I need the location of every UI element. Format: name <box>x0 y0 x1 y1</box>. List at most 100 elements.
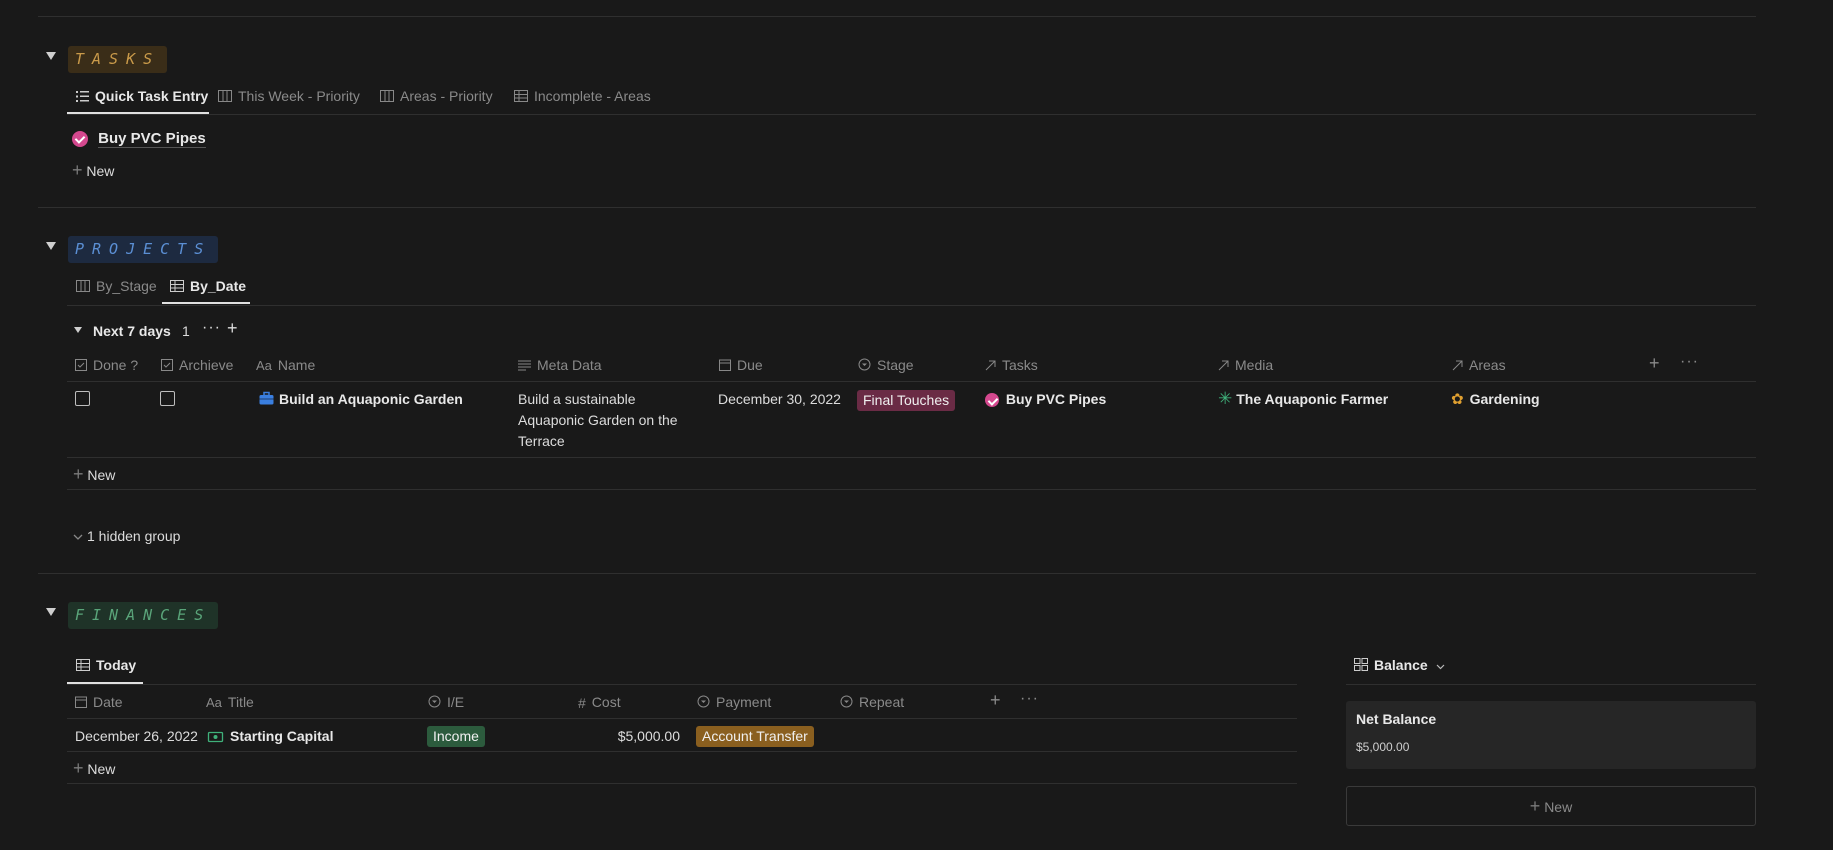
column-header-repeat[interactable]: Repeat <box>840 692 904 713</box>
column-header-meta-data[interactable]: Meta Data <box>518 355 602 376</box>
task-check-icon <box>72 131 88 148</box>
divider <box>67 718 1297 719</box>
board-icon <box>76 272 90 302</box>
asterisk-icon: ✳ <box>1218 389 1233 408</box>
projects-new-button[interactable]: + New <box>73 464 115 485</box>
group-label: Next 7 days <box>93 323 171 339</box>
column-header-name[interactable]: Aa Name <box>256 355 315 376</box>
relation-arrow-icon <box>1452 356 1463 376</box>
table-icon <box>514 82 528 112</box>
divider <box>1346 684 1756 685</box>
payment-tag: Account Transfer <box>696 726 814 747</box>
select-icon <box>697 693 710 713</box>
text-prop-icon: Aa <box>256 358 272 374</box>
divider <box>38 16 1756 17</box>
column-header-ie[interactable]: I/E <box>428 692 464 713</box>
task-relation[interactable]: Buy PVC Pipes <box>985 389 1106 409</box>
checkbox-prop-icon <box>161 356 173 376</box>
done-checkbox[interactable] <box>75 391 90 406</box>
divider <box>67 381 1756 382</box>
group-add-icon[interactable]: + <box>227 318 238 338</box>
hidden-group-label: 1 hidden group <box>87 528 181 544</box>
add-column-icon[interactable]: + <box>1649 353 1660 373</box>
stage-tag: Final Touches <box>857 390 956 411</box>
column-header-title[interactable]: Aa Title <box>206 692 254 713</box>
hidden-group-toggle[interactable]: 1 hidden group <box>73 526 180 546</box>
media-relation-label: The Aquaponic Farmer <box>1236 391 1389 407</box>
new-label: New <box>87 761 116 777</box>
relation-arrow-icon <box>1218 356 1229 376</box>
tasks-section-title: TASKS <box>68 46 168 73</box>
column-header-archieve[interactable]: Archieve <box>161 355 233 376</box>
column-header-payment[interactable]: Payment <box>697 692 771 713</box>
area-relation[interactable]: ✿ Gardening <box>1451 389 1540 410</box>
group-toggle-icon[interactable] <box>74 327 82 333</box>
select-icon <box>858 356 871 376</box>
money-icon <box>207 727 224 747</box>
briefcase-icon <box>259 390 274 410</box>
projects-toggle-icon[interactable] <box>46 242 56 250</box>
due-date: December 30, 2022 <box>718 391 841 407</box>
column-header-areas[interactable]: Areas <box>1452 355 1506 376</box>
new-label: New <box>86 163 115 179</box>
table-row[interactable]: Starting Capital <box>207 726 333 747</box>
meta-line: Build a sustainable <box>518 391 636 407</box>
group-more-icon[interactable]: ··· <box>202 318 221 338</box>
divider <box>67 684 1297 685</box>
new-label: New <box>87 467 116 483</box>
table-row[interactable]: Build an Aquaponic Garden <box>259 389 463 410</box>
column-header-cost[interactable]: # Cost <box>578 692 621 713</box>
board-icon <box>380 82 394 112</box>
column-header-tasks[interactable]: Tasks <box>985 355 1038 376</box>
divider <box>67 305 1756 306</box>
divider <box>67 114 1756 115</box>
plus-icon: + <box>1529 796 1541 816</box>
tab-today[interactable]: Today <box>76 650 136 680</box>
balance-card[interactable]: Net Balance $5,000.00 <box>1346 701 1756 769</box>
finances-new-button[interactable]: + New <box>73 758 115 779</box>
ie-tag: Income <box>427 726 485 747</box>
task-title: Buy PVC Pipes <box>98 130 206 148</box>
tab-by-date[interactable]: By_Date <box>170 271 246 301</box>
column-header-due[interactable]: Due <box>719 355 763 376</box>
project-name: Build an Aquaponic Garden <box>279 391 463 407</box>
table-icon <box>170 272 184 302</box>
divider <box>67 783 1297 784</box>
balance-view-label: Balance <box>1374 657 1428 673</box>
archieve-checkbox[interactable] <box>160 391 175 406</box>
media-relation[interactable]: ✳ The Aquaponic Farmer <box>1218 389 1388 409</box>
column-header-done[interactable]: Done ? <box>75 355 138 376</box>
balance-new-button[interactable]: + New <box>1346 786 1756 826</box>
balance-view-selector[interactable]: Balance <box>1354 650 1445 680</box>
balance-card-title: Net Balance <box>1356 711 1437 727</box>
list-icon <box>76 82 89 112</box>
tab-by-stage[interactable]: By_Stage <box>76 271 157 301</box>
finances-toggle-icon[interactable] <box>46 608 56 616</box>
tasks-toggle-icon[interactable] <box>46 52 56 60</box>
finance-cost: $5,000.00 <box>617 728 680 744</box>
tab-quick-task-entry[interactable]: Quick Task Entry <box>76 81 208 111</box>
column-header-date[interactable]: Date <box>75 692 123 713</box>
list-item[interactable]: Buy PVC Pipes <box>72 129 206 149</box>
tab-areas-priority[interactable]: Areas - Priority <box>380 81 493 111</box>
tab-incomplete-areas[interactable]: Incomplete - Areas <box>514 81 651 111</box>
add-column-icon[interactable]: + <box>990 690 1001 710</box>
tab-label: By_Stage <box>96 278 157 294</box>
plus-icon: + <box>72 160 83 180</box>
tab-label: Areas - Priority <box>400 88 493 104</box>
meta-line: Aquaponic Garden on the <box>518 412 678 428</box>
group-count: 1 <box>182 323 190 339</box>
column-header-stage[interactable]: Stage <box>858 355 914 376</box>
balance-card-value: $5,000.00 <box>1356 740 1410 754</box>
tab-this-week-priority[interactable]: This Week - Priority <box>218 81 360 111</box>
tasks-new-button[interactable]: + New <box>72 160 114 181</box>
more-options-icon[interactable]: ··· <box>1680 352 1699 372</box>
table-icon <box>76 651 90 681</box>
gallery-icon <box>1354 651 1368 681</box>
board-icon <box>218 82 232 112</box>
column-header-media[interactable]: Media <box>1218 355 1273 376</box>
divider <box>67 489 1756 490</box>
tab-label: Today <box>96 657 137 673</box>
tab-label: Quick Task Entry <box>95 88 209 104</box>
more-options-icon[interactable]: ··· <box>1020 689 1039 709</box>
